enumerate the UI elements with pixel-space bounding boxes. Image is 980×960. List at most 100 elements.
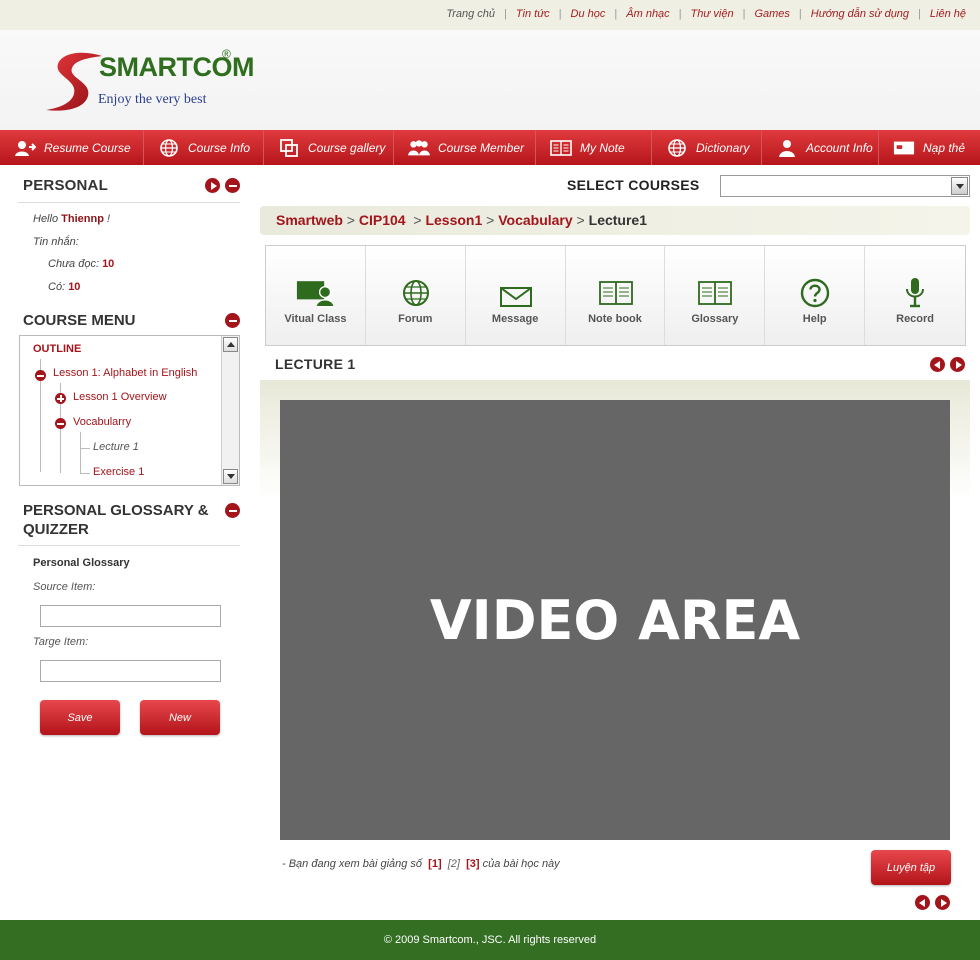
page-link-3[interactable]: [3] (466, 858, 479, 870)
crumb-current: Lecture1 (588, 212, 647, 228)
total-messages[interactable]: Có: 10 (48, 281, 80, 293)
nav-label: Course Info (188, 140, 251, 155)
top-links: Trang chủ | Tin tức | Du học | Âm nhạc | Thư việ… (446, 8, 966, 20)
nav-label: Nạp thẻ (923, 140, 966, 155)
collapse-tree-icon[interactable] (55, 418, 66, 429)
chevron-down-icon[interactable] (951, 177, 968, 195)
lecture-pagination: - Bạn đang xem bài giảng số [1] [2] [3] … (282, 858, 560, 870)
top-link-contact[interactable]: Liên hệ (930, 8, 966, 20)
copyright: © 2009 Smartcom., JSC. All rights reserv… (383, 934, 597, 946)
members-icon (408, 138, 430, 158)
nav-label: Course Member (438, 140, 525, 155)
tree-scrollbar[interactable] (221, 336, 239, 485)
collapse-icon[interactable] (225, 178, 240, 193)
crumb-lesson[interactable]: Lesson1 (425, 212, 482, 228)
new-button[interactable]: New (140, 700, 220, 735)
top-link-news[interactable]: Tin tức (516, 8, 550, 20)
expand-tree-icon[interactable] (55, 393, 66, 404)
nav-my-note[interactable]: My Note (536, 130, 652, 165)
nav-course-gallery[interactable]: Course gallery (264, 130, 394, 165)
brand-tagline: Enjoy the very best (98, 92, 207, 107)
gallery-icon (278, 138, 300, 158)
header: SMARTCOM ® Enjoy the very best (0, 30, 980, 130)
glossary-title: PERSONAL GLOSSARY & QUIZZER (23, 502, 209, 538)
save-button[interactable]: Save (40, 700, 120, 735)
course-menu-title: COURSE MENU (23, 312, 136, 329)
personal-header: PERSONAL (18, 165, 240, 203)
crumb-vocabulary[interactable]: Vocabulary (498, 212, 572, 228)
logo-s-icon (46, 52, 102, 111)
messages-label: Tin nhắn: (33, 236, 79, 248)
help-icon (795, 278, 835, 308)
nav-label: Dictionary (696, 140, 750, 155)
top-link-study-abroad[interactable]: Du học (571, 8, 606, 20)
top-link-guide[interactable]: Hướng dẫn sử dụng (811, 8, 909, 20)
crumb-smartweb[interactable]: Smartweb (276, 212, 343, 228)
notebook-icon (596, 278, 636, 308)
nav-course-member[interactable]: Course Member (394, 130, 536, 165)
expand-icon[interactable] (205, 178, 220, 193)
lecture-title: LECTURE 1 (275, 356, 356, 372)
previous-icon[interactable] (915, 895, 930, 910)
previous-icon[interactable] (930, 357, 945, 372)
nav-dictionary[interactable]: Dictionary (652, 130, 762, 165)
nav-label: Account Info (806, 140, 873, 155)
resume-icon (14, 138, 36, 158)
collapse-icon[interactable] (225, 503, 240, 518)
scroll-down-button[interactable] (223, 469, 238, 484)
page-link-1[interactable]: [1] (428, 858, 441, 870)
top-link-home[interactable]: Trang chủ (446, 8, 495, 20)
source-item-input[interactable] (40, 605, 221, 627)
page-link-2[interactable]: [2] (448, 858, 460, 870)
tree-item-exercise-1[interactable]: Exercise 1 (93, 466, 144, 478)
top-link-music[interactable]: Âm nhạc (626, 8, 669, 20)
nav-account-info[interactable]: Account Info (762, 130, 879, 165)
tree-item-lesson-1[interactable]: Lesson 1: Alphabet in English (53, 367, 197, 379)
tool-help[interactable]: Help (765, 246, 866, 345)
tree-item-lecture-1[interactable]: Lecture 1 (93, 441, 139, 453)
unread-messages[interactable]: Chưa đọc: 10 (48, 258, 114, 270)
collapse-tree-icon[interactable] (35, 370, 46, 381)
video-area[interactable]: VIDEO AREA (280, 400, 950, 840)
crumb-course[interactable]: CIP104 (359, 212, 406, 228)
tree-item-vocabulary[interactable]: Vocabularry (73, 416, 131, 428)
tool-glossary[interactable]: Glossary (665, 246, 766, 345)
tree-item-lesson-overview[interactable]: Lesson 1 Overview (73, 391, 167, 403)
globe-icon (396, 278, 436, 308)
top-bar: Trang chủ | Tin tức | Du học | Âm nhạc | Thư việ… (0, 0, 980, 30)
target-item-input[interactable] (40, 660, 221, 682)
scroll-up-button[interactable] (223, 337, 238, 352)
nav-top-up[interactable]: Nạp thẻ (879, 130, 980, 165)
breadcrumb: Smartweb > CIP104 > Lesson1 > Vocabulary… (260, 206, 970, 235)
tool-message[interactable]: Message (465, 246, 566, 345)
footer: © 2009 Smartcom., JSC. All rights reserv… (0, 920, 980, 960)
tool-note-book[interactable]: Note book (565, 246, 666, 345)
next-icon[interactable] (935, 895, 950, 910)
tool-forum[interactable]: Forum (365, 246, 466, 345)
tool-virtual-class[interactable]: Vitual Class (266, 246, 366, 345)
user-icon (776, 138, 798, 158)
logo[interactable]: SMARTCOM ® Enjoy the very best (44, 47, 254, 120)
globe-icon (666, 138, 688, 158)
personal-title: PERSONAL (23, 177, 108, 194)
top-link-library[interactable]: Thư viện (691, 8, 734, 20)
outline-heading: OUTLINE (33, 343, 82, 355)
glossary-subtitle: Personal Glossary (33, 557, 130, 569)
nav-resume-course[interactable]: Resume Course (0, 130, 144, 165)
target-item-label: Targe Item: (33, 636, 89, 648)
top-link-games[interactable]: Games (754, 8, 789, 20)
learning-tools: Vitual Class Forum Message Note book Glo… (265, 245, 966, 346)
tool-record[interactable]: Record (865, 246, 966, 345)
next-icon[interactable] (950, 357, 965, 372)
course-outline-tree: OUTLINE Lesson 1: Alphabet in English Le… (19, 335, 240, 486)
unread-count: 10 (102, 258, 115, 270)
total-count: 10 (68, 281, 81, 293)
course-select[interactable] (720, 175, 970, 197)
practice-button[interactable]: Luyện tập (871, 850, 951, 885)
main-nav: Resume Course Course Info Course gallery… (0, 130, 980, 165)
nav-label: My Note (580, 140, 625, 155)
nav-course-info[interactable]: Course Info (144, 130, 264, 165)
brand-registered: ® (222, 47, 231, 61)
left-sidebar: PERSONAL (18, 165, 240, 203)
collapse-icon[interactable] (225, 313, 240, 328)
